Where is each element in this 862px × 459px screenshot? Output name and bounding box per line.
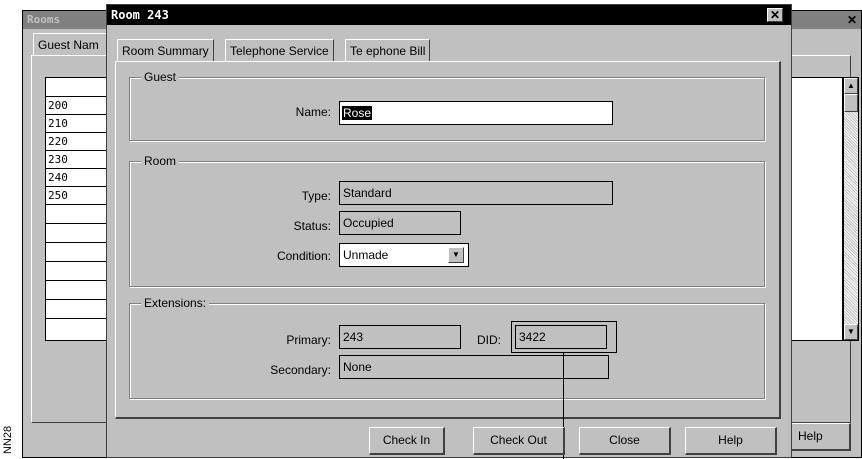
status-field: Occupied: [339, 211, 461, 235]
rooms-help-button[interactable]: Help: [791, 423, 851, 451]
list-item[interactable]: 250: [46, 187, 107, 205]
secondary-label: Secondary:: [270, 363, 331, 377]
list-item[interactable]: [46, 205, 107, 224]
list-item[interactable]: [46, 300, 107, 319]
list-item[interactable]: [46, 243, 107, 262]
rooms-list[interactable]: 200 210 220 230 240 250: [45, 77, 107, 341]
condition-label: Condition:: [276, 249, 331, 263]
list-item[interactable]: 200: [46, 97, 107, 115]
list-item[interactable]: [46, 224, 107, 243]
tab-guest-name[interactable]: Guest Nam: [33, 33, 113, 55]
room-dialog: Room 243 ✕ Room Summary Telephone Servic…: [106, 4, 792, 459]
secondary-field: None: [339, 355, 609, 379]
name-label: Name:: [295, 105, 331, 119]
tab-telephone-bill[interactable]: Te ephone Bill: [345, 39, 431, 61]
figure-side-label: NN28: [2, 425, 14, 454]
guest-group-label: Guest: [141, 70, 180, 84]
status-label: Status:: [293, 219, 331, 233]
list-item[interactable]: [46, 281, 107, 300]
did-label: DID:: [477, 333, 501, 347]
condition-value: Unmade: [343, 248, 389, 262]
list-item[interactable]: 220: [46, 133, 107, 151]
rooms-window-title: Rooms: [27, 13, 61, 26]
did-field: 3422: [515, 325, 607, 349]
check-out-button[interactable]: Check Out: [473, 427, 565, 455]
primary-label: Primary:: [286, 333, 331, 347]
tab-telephone-service-label: Telephone Service: [230, 44, 329, 58]
guest-name-value: Rose: [342, 106, 373, 120]
condition-select[interactable]: Unmade ▼: [339, 243, 469, 267]
rooms-scrollbar[interactable]: ▲ ▼: [843, 77, 859, 341]
rooms-window-close-icon[interactable]: ✕: [845, 14, 859, 26]
primary-field: 243: [339, 325, 461, 349]
scrollbar-thumb[interactable]: [844, 94, 858, 112]
tab-telephone-bill-label: Te ephone Bill: [350, 44, 426, 58]
tab-room-summary[interactable]: Room Summary: [117, 39, 214, 61]
close-icon[interactable]: ✕: [767, 8, 783, 22]
room-group-label: Room: [141, 154, 180, 168]
tab-room-summary-label: Room Summary: [122, 44, 209, 58]
guest-name-field[interactable]: Rose: [339, 101, 613, 125]
list-item[interactable]: [46, 262, 107, 281]
room-dialog-title: Room 243: [111, 8, 169, 22]
scroll-down-icon[interactable]: ▼: [844, 324, 858, 340]
list-item[interactable]: 230: [46, 151, 107, 169]
list-item[interactable]: 240: [46, 169, 107, 187]
type-label: Type:: [301, 189, 331, 203]
help-button[interactable]: Help: [685, 427, 777, 455]
close-button[interactable]: Close: [579, 427, 671, 455]
list-item[interactable]: 210: [46, 115, 107, 133]
extensions-group-label: Extensions:: [141, 296, 210, 310]
rooms-list-right: [791, 77, 843, 341]
check-in-button[interactable]: Check In: [369, 427, 445, 455]
scroll-up-icon[interactable]: ▲: [844, 78, 858, 94]
tab-telephone-service[interactable]: Telephone Service: [225, 39, 334, 61]
chevron-down-icon[interactable]: ▼: [448, 247, 464, 263]
room-dialog-titlebar: Room 243: [107, 5, 791, 25]
list-item[interactable]: [46, 78, 107, 97]
type-field: Standard: [339, 181, 613, 205]
extensions-group: [129, 303, 765, 399]
